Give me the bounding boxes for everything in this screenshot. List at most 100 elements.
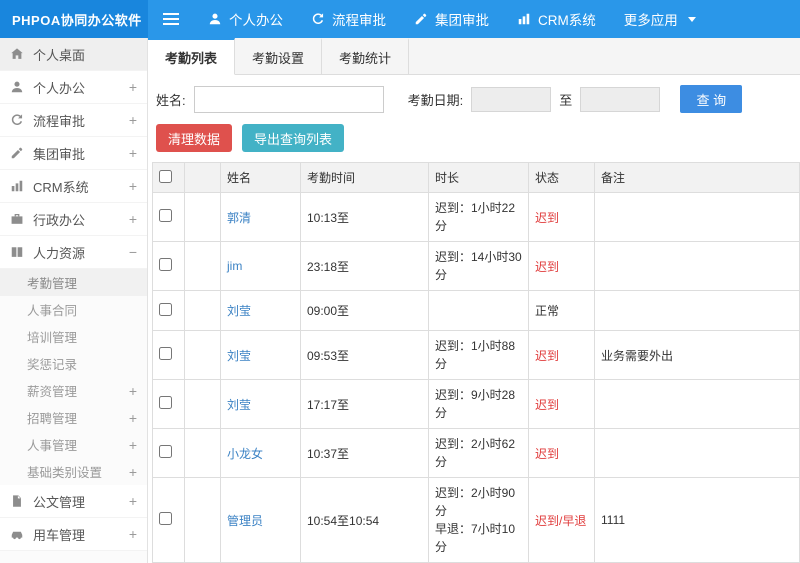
topnav-item-label: 更多应用 [623,13,678,28]
table-row: 管理员 10:54至10:54 迟到：2小时90分 早退：7小时10分 迟到/早退 11… [152,477,800,563]
sidebar-subitem-base-category-settings[interactable]: 基础类别设置 + [0,458,147,485]
expand-plus-icon[interactable]: + [129,113,137,127]
expand-plus-icon[interactable]: + [129,80,137,94]
header-checkbox-cell [152,162,185,193]
flow-icon [10,113,24,127]
sidebar-item-personal-office[interactable]: 个人办公 + [0,71,147,104]
employee-name-link[interactable]: 刘莹 [227,398,251,412]
sidebar-item-workflow-approval[interactable]: 流程审批 + [0,104,147,137]
column-header: 考勤时间 [300,162,429,193]
topnav-item-more-apps[interactable]: 更多应用 [610,0,710,38]
chart-icon [517,12,531,26]
name-cell: 刘莹 [220,330,301,380]
row-blank-cell [184,290,221,331]
expand-plus-icon[interactable]: + [129,212,137,226]
topnav-item-personal-office[interactable]: 个人办公 [194,0,297,38]
status-cell: 迟到 [528,428,595,478]
row-checkbox-cell [152,241,185,291]
car-icon [10,527,24,541]
row-blank-cell [184,379,221,429]
time-cell: 10:13至 [300,192,429,242]
date-end-input[interactable] [580,86,661,112]
topnav-item-crm-system[interactable]: CRM系统 [503,0,610,38]
sidebar-item-admin-office[interactable]: 行政办公 + [0,203,147,236]
expand-plus-icon[interactable]: + [129,384,137,398]
employee-name-link[interactable]: 刘莹 [227,349,251,363]
table-row: 刘莹 17:17至 迟到：9小时28分 迟到 [152,379,800,429]
row-checkbox[interactable] [159,512,172,525]
select-all-checkbox[interactable] [159,169,172,183]
employee-name-link[interactable]: 郭清 [227,211,251,225]
row-checkbox[interactable] [159,396,172,409]
expand-plus-icon[interactable]: + [129,438,137,452]
expand-plus-icon[interactable]: + [129,494,137,508]
note-cell: 业务需要外出 [594,330,800,380]
sidebar-item-human-resources[interactable]: 人力资源 − [0,236,147,269]
export-list-button[interactable]: 导出查询列表 [242,124,345,152]
sidebar-item-label: 用车管理 [33,527,86,543]
note-cell [594,290,800,331]
employee-name-link[interactable]: 刘莹 [227,304,251,318]
expand-plus-icon[interactable]: + [129,411,137,425]
expand-plus-icon[interactable]: + [129,146,137,160]
sidebar: 个人桌面 个人办公 + 流程审批 + 集团审批 + CRM系统 + 行政办公 + 人力资源 − 考勤管理人… [0,38,148,563]
name-filter-input[interactable] [193,85,384,113]
filter-bar: 姓名: 考勤日期: 至 查 询 [148,75,800,122]
row-checkbox[interactable] [159,258,172,271]
sidebar-subitem-attendance-management[interactable]: 考勤管理 [0,269,147,296]
expand-plus-icon[interactable]: + [129,179,137,193]
main-content: 考勤列表 考勤设置 考勤统计 姓名: 考勤日期: 至 查 询 清理数据 导出查询列表… [148,38,800,563]
tab-attendance-list[interactable]: 考勤列表 [148,38,236,75]
sidebar-item-label: 人力资源 [33,245,86,261]
row-checkbox-cell [152,192,185,242]
sidebar-subitem-hr-contract[interactable]: 人事合同 [0,296,147,323]
sidebar-item-personal-desktop[interactable]: 个人桌面 [0,38,147,71]
name-cell: 刘莹 [220,290,301,331]
sidebar-subitem-training-management[interactable]: 培训管理 [0,323,147,350]
date-start-input[interactable] [471,86,552,112]
sidebar-item-label: 集团审批 [33,146,86,162]
status-cell: 迟到 [528,379,595,429]
row-checkbox[interactable] [159,347,172,360]
row-checkbox[interactable] [159,209,172,222]
sidebar-item-vehicle-management[interactable]: 用车管理 + [0,518,147,551]
status-cell: 迟到 [528,192,595,242]
sidebar-subitem-recruitment-management[interactable]: 招聘管理 + [0,404,147,431]
topnav-item-group-approval[interactable]: 集团审批 [400,0,503,38]
clean-data-button[interactable]: 清理数据 [156,124,233,152]
user-icon [10,80,24,94]
note-cell [594,428,800,478]
menu-toggle-icon[interactable] [148,0,194,38]
name-filter-label: 姓名: [156,92,186,108]
row-checkbox[interactable] [159,445,172,458]
tab-attendance-stats[interactable]: 考勤统计 [322,38,410,74]
sidebar-subitem-salary-management[interactable]: 薪资管理 + [0,377,147,404]
status-cell: 迟到/早退 [528,477,595,563]
sidebar-item-document-management[interactable]: 公文管理 + [0,485,147,518]
table-body: 郭清 10:13至 迟到：1小时22分 迟到 jim 23:18至 迟到：14小时30分 迟到… [152,192,800,563]
duration-cell: 迟到：2小时90分 早退：7小时10分 [428,477,529,563]
employee-name-link[interactable]: 小龙女 [227,447,263,461]
time-cell: 10:54至10:54 [300,477,429,563]
sidebar-item-crm-system[interactable]: CRM系统 + [0,170,147,203]
topnav: 个人办公 流程审批 集团审批 CRM系统 更多应用 [194,0,710,38]
employee-name-link[interactable]: jim [227,259,242,273]
sidebar-item-group-approval[interactable]: 集团审批 + [0,137,147,170]
sidebar-subitem-reward-punishment[interactable]: 奖惩记录 [0,350,147,377]
topnav-item-workflow-approval[interactable]: 流程审批 [297,0,400,38]
topnav-item-label: 集团审批 [435,13,489,28]
expand-plus-icon[interactable]: + [129,465,137,479]
collapse-minus-icon[interactable]: − [129,245,137,259]
row-checkbox[interactable] [159,302,172,316]
search-button[interactable]: 查 询 [680,85,743,113]
tab-attendance-settings[interactable]: 考勤设置 [235,38,323,74]
expand-plus-icon[interactable]: + [129,527,137,541]
employee-name-link[interactable]: 管理员 [227,514,263,528]
date-filter-label: 考勤日期: [407,92,464,108]
home-icon [10,47,24,61]
column-header: 状态 [528,162,595,193]
sidebar-subitem-label: 人事合同 [27,304,78,318]
sidebar-subitem-personnel-management[interactable]: 人事管理 + [0,431,147,458]
sidebar-item-label: CRM系统 [33,179,89,195]
column-header: 备注 [594,162,800,193]
